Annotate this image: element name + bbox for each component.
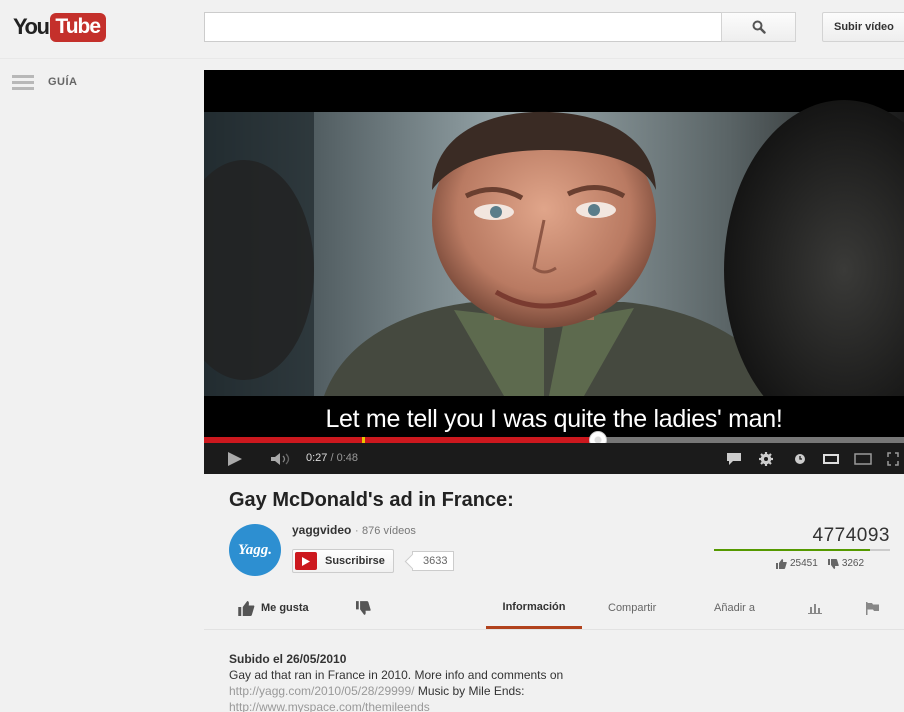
player-controls: 0:27 / 0:48 (204, 443, 904, 474)
description-link-2[interactable]: http://www.myspace.com/themileends (229, 700, 430, 712)
description-text-1: Gay ad that ran in France in 2010. More … (229, 668, 564, 682)
dislike-button[interactable] (356, 588, 371, 628)
play-button[interactable] (222, 443, 248, 474)
tab-information[interactable]: Información (486, 588, 582, 629)
captions-button[interactable] (722, 443, 746, 474)
stats-icon (808, 604, 822, 614)
upload-video-button[interactable]: Subir vídeo (822, 12, 904, 42)
watch-later-icon (795, 453, 805, 464)
channel-name-link[interactable]: yaggvideo (292, 523, 351, 537)
fullscreen-icon (887, 451, 899, 466)
channel-video-count[interactable]: 876 vídeos (362, 525, 416, 537)
subscribe-button[interactable]: Suscribirse (292, 549, 394, 573)
upload-date: Subido el 26/05/2010 (229, 652, 347, 666)
thumbs-up-icon (238, 600, 255, 616)
like-count: 25451 (790, 558, 818, 569)
like-button[interactable]: Me gusta (238, 588, 309, 628)
thumbs-down-icon (356, 601, 371, 615)
volume-button[interactable] (268, 443, 294, 474)
dislike-count: 3262 (841, 558, 865, 569)
small-player-button[interactable] (819, 443, 843, 474)
search-button[interactable] (721, 12, 796, 42)
description-body: Gay ad that ran in France in 2010. More … (229, 667, 749, 712)
video-player[interactable]: Let me tell you I was quite the ladies' … (204, 70, 904, 474)
channel-separator: · (351, 523, 363, 537)
current-time: 0:27 (306, 452, 328, 464)
like-ratio-fill (714, 549, 870, 551)
guide-toggle[interactable]: GUÍA (12, 72, 78, 92)
youtube-logo[interactable]: You Tube (13, 12, 107, 42)
small-player-icon (823, 453, 839, 464)
large-player-button[interactable] (851, 443, 875, 474)
description-text-2: Music by Mile Ends: (414, 684, 525, 698)
settings-icon (759, 451, 773, 466)
logo-tube-text: Tube (50, 12, 107, 42)
settings-button[interactable] (754, 443, 778, 474)
action-bar: Me gusta Información Compartir Añadir a (204, 588, 904, 630)
channel-info: yaggvideo · 876 vídeos (292, 523, 416, 537)
tab-add-to[interactable]: Añadir a (714, 588, 755, 628)
subscriber-count: 3633 (412, 551, 455, 571)
tab-share[interactable]: Compartir (608, 588, 656, 628)
watch-later-button[interactable] (789, 443, 811, 474)
channel-avatar[interactable]: Yagg. (229, 524, 281, 576)
likes-summary: 25451 3262 (776, 558, 864, 569)
view-count: 4774093 (812, 525, 890, 546)
youtube-play-icon (295, 552, 317, 570)
captions-icon (727, 452, 741, 465)
time-display: 0:27 / 0:48 (306, 452, 358, 464)
description-link-1[interactable]: http://yagg.com/2010/05/28/29999/ (229, 684, 414, 698)
fullscreen-button[interactable] (882, 443, 904, 474)
volume-icon (271, 452, 290, 465)
duration: / 0:48 (330, 452, 359, 464)
video-description: Subido el 26/05/2010 Gay ad that ran in … (229, 651, 749, 712)
thumbs-down-icon (827, 558, 839, 569)
flag-icon (866, 601, 879, 615)
video-title: Gay McDonald's ad in France: (229, 489, 514, 511)
masthead: You Tube Subir vídeo (0, 0, 904, 59)
guide-label: GUÍA (48, 76, 78, 88)
like-ratio-bar (714, 549, 890, 551)
play-icon (228, 451, 242, 466)
stats-button[interactable] (808, 588, 822, 628)
like-label: Me gusta (261, 602, 309, 614)
menu-icon (12, 74, 34, 90)
subscribe-label: Suscribirse (325, 555, 385, 567)
search-icon (752, 20, 766, 34)
subtitle-caption: Let me tell you I was quite the ladies' … (325, 405, 783, 433)
search-input[interactable] (204, 12, 722, 42)
large-player-icon (854, 452, 872, 465)
report-button[interactable] (866, 588, 879, 628)
thumbs-up-icon (776, 558, 787, 569)
logo-you-text: You (13, 14, 50, 39)
